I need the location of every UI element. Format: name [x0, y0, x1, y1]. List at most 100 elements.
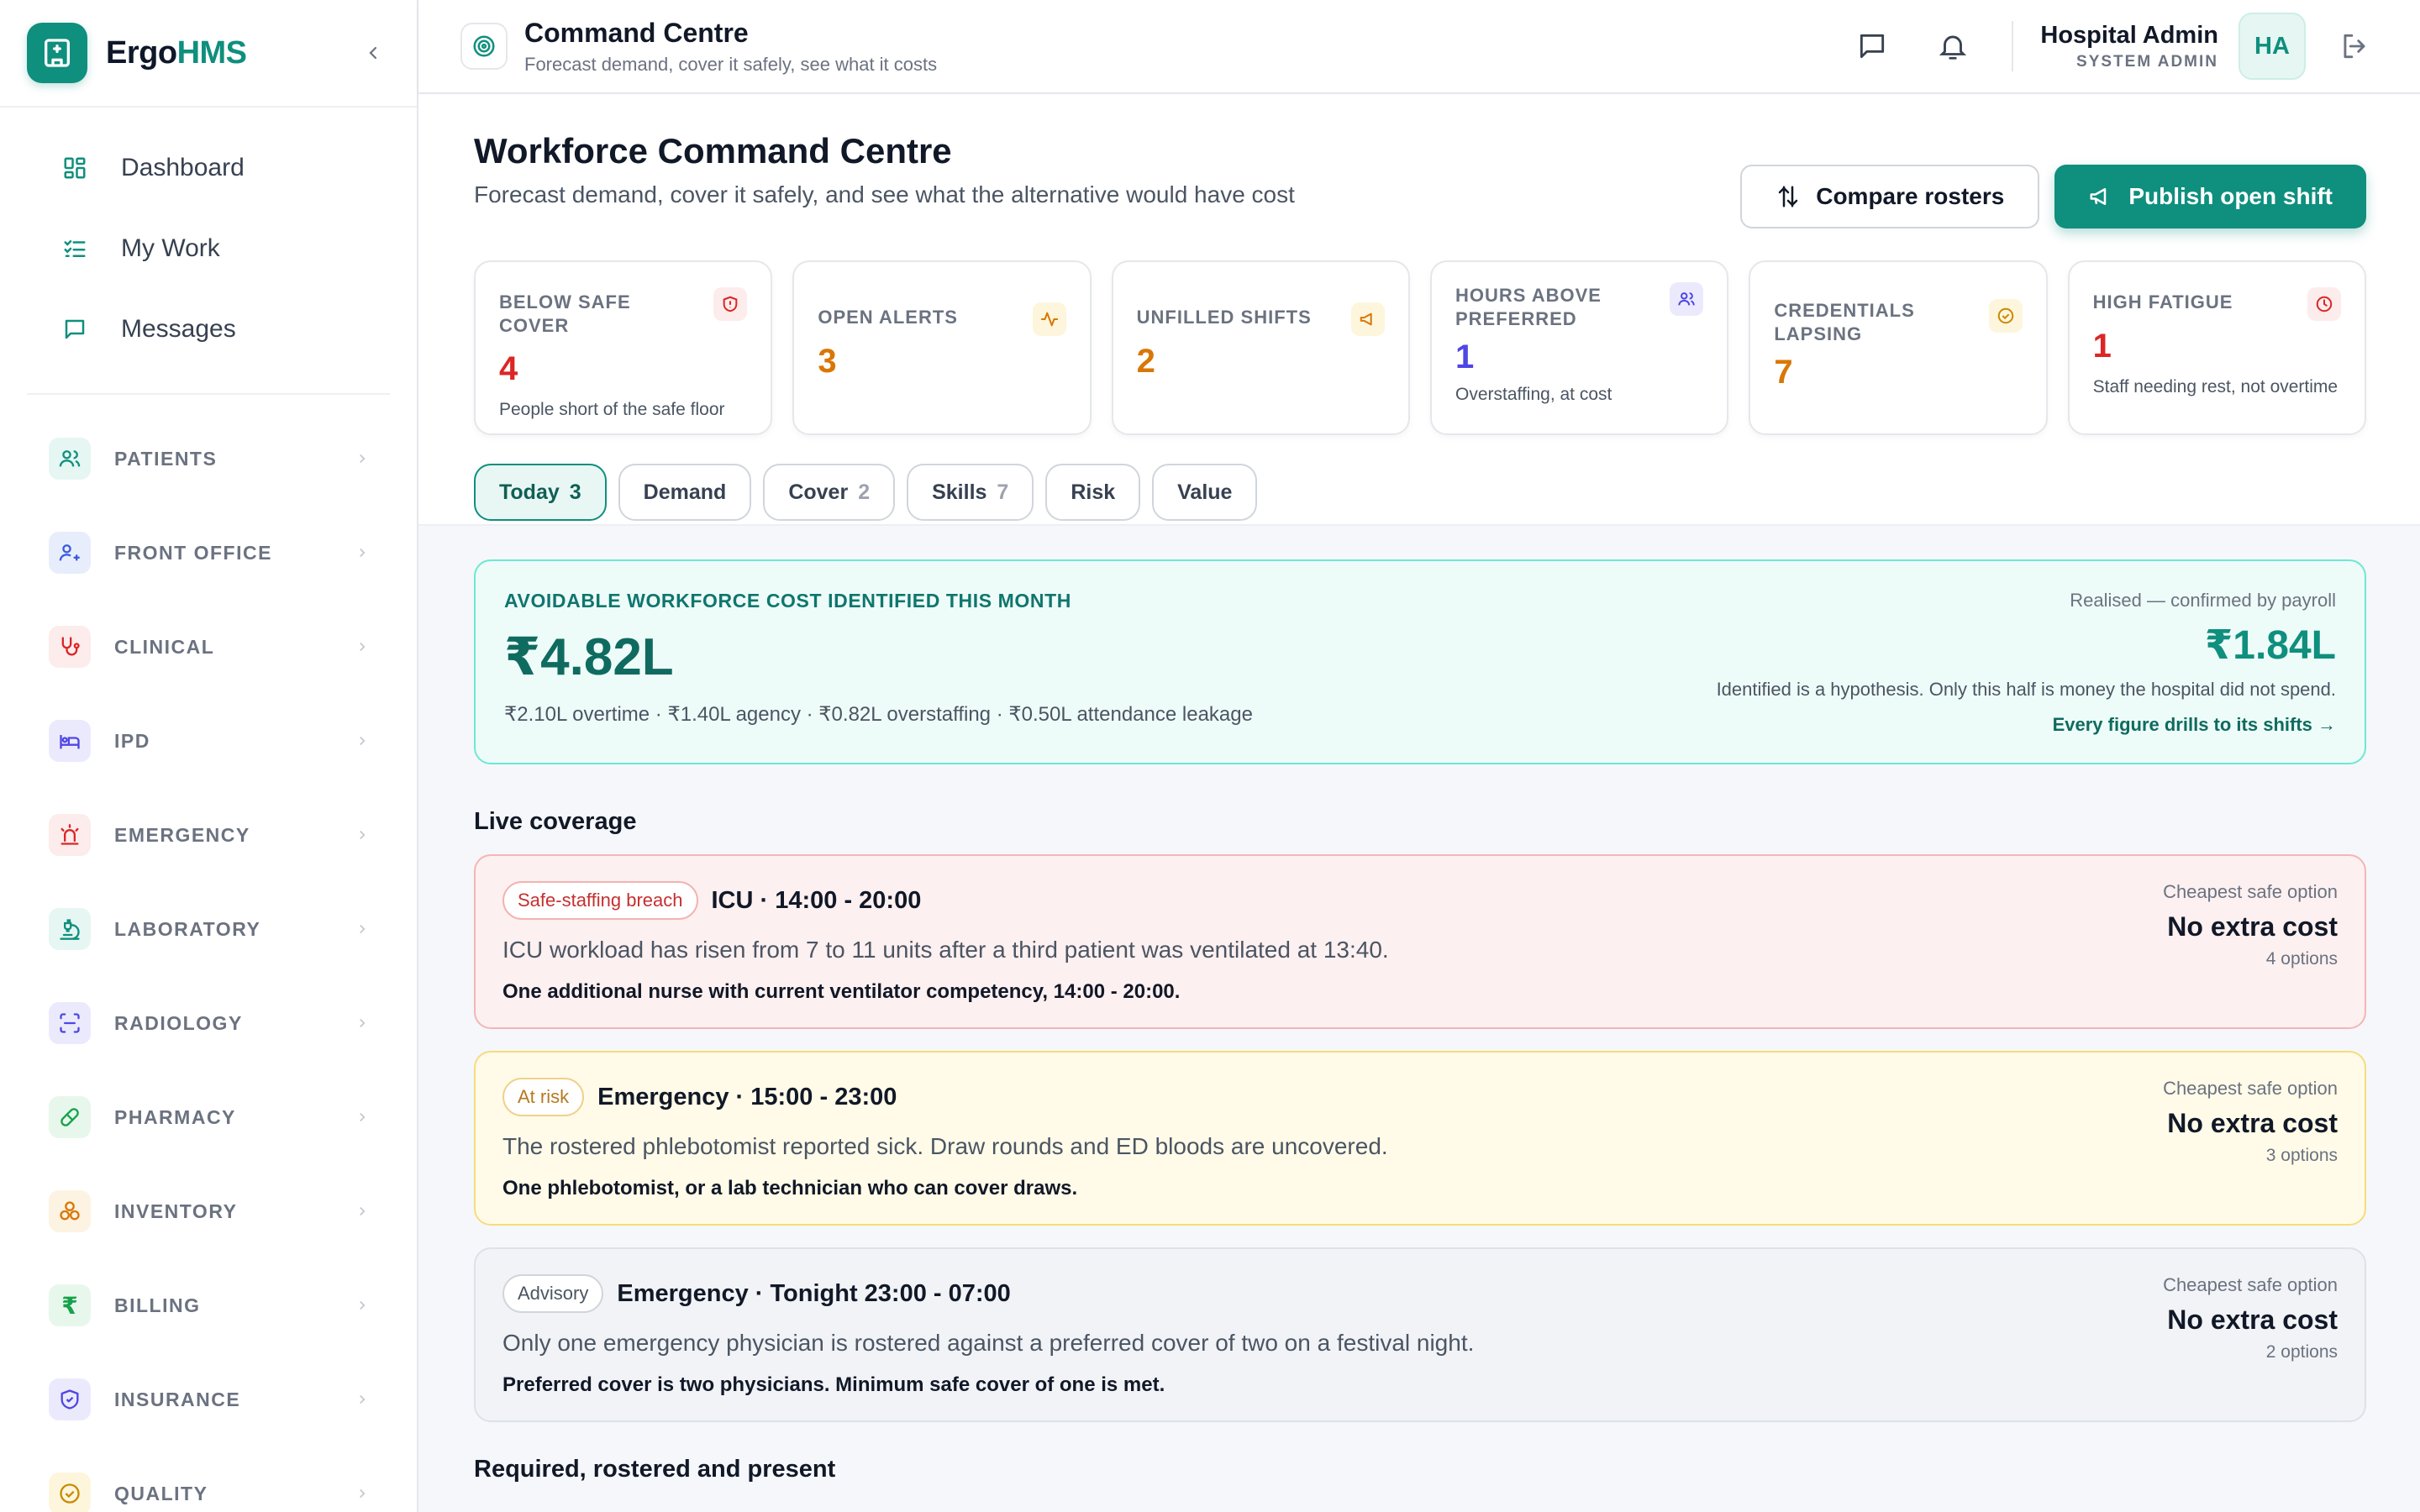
module-label: INVENTORY — [114, 1200, 238, 1222]
module-radiology[interactable]: RADIOLOGY — [0, 976, 417, 1070]
tab-cover[interactable]: Cover 2 — [763, 464, 896, 521]
kpi-desc: People short of the safe floor — [499, 400, 725, 419]
option-label: Cheapest safe option — [2163, 881, 2338, 902]
option-count[interactable]: 2 options — [2163, 1342, 2338, 1362]
kpi-value: 4 — [499, 350, 518, 387]
module-clinical[interactable]: CLINICAL — [0, 600, 417, 694]
option-count[interactable]: 3 options — [2163, 1146, 2338, 1166]
nav-my-work[interactable]: My Work — [27, 208, 390, 289]
tab-skills[interactable]: Skills 7 — [907, 464, 1034, 521]
chevron-right-icon — [360, 1300, 366, 1310]
kpi-value: 1 — [2092, 327, 2112, 365]
pill-icon — [49, 1096, 91, 1138]
option-value: No extra cost — [2167, 1108, 2338, 1138]
kpi-value: 3 — [818, 342, 837, 380]
chevron-right-icon — [360, 736, 366, 746]
tab-value[interactable]: Value — [1152, 464, 1258, 521]
compare-rosters-button[interactable]: Compare rosters — [1740, 165, 2040, 228]
kpi-label: BELOW SAFE COVER — [499, 291, 631, 336]
module-emergency[interactable]: EMERGENCY — [0, 788, 417, 882]
checklist-icon — [60, 234, 89, 263]
module-label: FRONT OFFICE — [114, 541, 272, 564]
tab-label: Skills — [932, 480, 987, 504]
kpi-label: OPEN ALERTS — [818, 307, 958, 328]
status-badge: Safe-staffing breach — [502, 881, 698, 920]
coverage-card[interactable]: Safe-staffing breach ICU · 14:00 - 20:00… — [474, 854, 2366, 1029]
module-ipd[interactable]: IPD — [0, 694, 417, 788]
savings-breakdown: ₹2.10L overtime · ₹1.40L agency · ₹0.82L… — [504, 703, 1253, 726]
avoidable-cost-card: AVOIDABLE WORKFORCE COST IDENTIFIED THIS… — [474, 559, 2366, 764]
collapse-sidebar-button[interactable] — [356, 36, 390, 70]
kpi-card[interactable]: UNFILLED SHIFTS 2 — [1111, 260, 1410, 435]
kpi-desc: Staff needing rest, not overtime — [2092, 376, 2338, 396]
message-icon — [1860, 34, 1885, 59]
option-count[interactable]: 4 options — [2163, 949, 2338, 969]
tab-label: Risk — [1071, 480, 1116, 504]
tab-today[interactable]: Today 3 — [474, 464, 607, 521]
coverage-title: Emergency · Tonight 23:00 - 07:00 — [617, 1279, 1011, 1307]
chevron-right-icon — [360, 1112, 366, 1122]
module-front-office[interactable]: FRONT OFFICE — [0, 506, 417, 600]
module-quality[interactable]: QUALITY — [0, 1446, 417, 1512]
module-pharmacy[interactable]: PHARMACY — [0, 1070, 417, 1164]
topbar-title: Command Centre — [524, 17, 749, 48]
bell-icon — [1939, 35, 1967, 60]
nav-messages[interactable]: Messages — [27, 289, 390, 370]
user-info[interactable]: Hospital Admin SYSTEM ADMIN — [2040, 22, 2218, 71]
user-role: SYSTEM ADMIN — [2076, 52, 2218, 71]
status-badge: At risk — [502, 1078, 585, 1116]
coverage-card[interactable]: Advisory Emergency · Tonight 23:00 - 07:… — [474, 1247, 2366, 1422]
kpi-card[interactable]: OPEN ALERTS 3 — [792, 260, 1092, 435]
activity-icon — [1032, 302, 1066, 336]
tab-label: Demand — [643, 480, 727, 504]
module-laboratory[interactable]: LABORATORY — [0, 882, 417, 976]
tab-demand[interactable]: Demand — [618, 464, 752, 521]
live-coverage-title: Live coverage — [474, 808, 637, 835]
coverage-action: Preferred cover is two physicians. Minim… — [502, 1373, 1165, 1396]
chevron-right-icon — [360, 642, 366, 652]
chevron-right-icon — [360, 1394, 366, 1404]
chevron-right-icon — [360, 454, 366, 464]
sidebar: ErgoHMS Dashboard My Work Messages PATIE… — [0, 0, 418, 1512]
kpi-card[interactable]: BELOW SAFE COVER 4 People short of the s… — [474, 260, 773, 435]
kpi-desc: Overstaffing, at cost — [1455, 385, 1612, 404]
coverage-card[interactable]: At risk Emergency · 15:00 - 23:00 The ro… — [474, 1051, 2366, 1226]
option-value: No extra cost — [2167, 911, 2338, 942]
coverage-desc: ICU workload has risen from 7 to 11 unit… — [502, 937, 1389, 963]
megaphone-icon — [1350, 302, 1385, 336]
module-label: IPD — [114, 729, 150, 752]
radar-icon — [460, 23, 508, 70]
module-inventory[interactable]: INVENTORY — [0, 1164, 417, 1258]
logout-button[interactable] — [2331, 23, 2378, 70]
module-insurance[interactable]: INSURANCE — [0, 1352, 417, 1446]
nav-dashboard[interactable]: Dashboard — [27, 128, 390, 208]
user-plus-icon — [49, 532, 91, 574]
realised-value: ₹1.84L — [2204, 623, 2336, 668]
module-patients[interactable]: PATIENTS — [0, 412, 417, 506]
badge-check-icon — [1988, 299, 2023, 333]
tab-count: 2 — [858, 480, 871, 504]
tab-risk[interactable]: Risk — [1045, 464, 1141, 521]
tab-count: 3 — [569, 480, 581, 504]
messages-button[interactable] — [1849, 23, 1896, 70]
publish-open-shift-button[interactable]: Publish open shift — [2054, 165, 2366, 228]
hospital-logo-icon[interactable] — [27, 23, 87, 83]
kpi-card[interactable]: HOURS ABOVE PREFERRED 1 Overstaffing, at… — [1429, 260, 1729, 435]
dashboard-icon — [60, 154, 89, 182]
coverage-action: One additional nurse with current ventil… — [502, 980, 1181, 1003]
coverage-title: ICU · 14:00 - 20:00 — [711, 886, 922, 914]
module-label: INSURANCE — [114, 1388, 241, 1410]
module-label: CLINICAL — [114, 635, 215, 658]
kpi-label: HOURS ABOVE PREFERRED — [1455, 285, 1602, 329]
drill-to-shifts-link[interactable]: Every figure drills to its shifts → — [1717, 714, 2336, 736]
kpi-card[interactable]: CREDENTIALS LAPSING 7 — [1749, 260, 2048, 435]
avatar[interactable]: HA — [2238, 13, 2306, 80]
notifications-button[interactable] — [1929, 23, 1976, 70]
microscope-icon — [49, 908, 91, 950]
kpi-card[interactable]: HIGH FATIGUE 1 Staff needing rest, not o… — [2067, 260, 2366, 435]
module-billing[interactable]: ₹ BILLING — [0, 1258, 417, 1352]
kpi-label: UNFILLED SHIFTS — [1136, 307, 1312, 328]
tab-label: Value — [1177, 480, 1233, 504]
user-name: Hospital Admin — [2040, 21, 2218, 49]
kpi-label: CREDENTIALS LAPSING — [1774, 300, 1915, 344]
